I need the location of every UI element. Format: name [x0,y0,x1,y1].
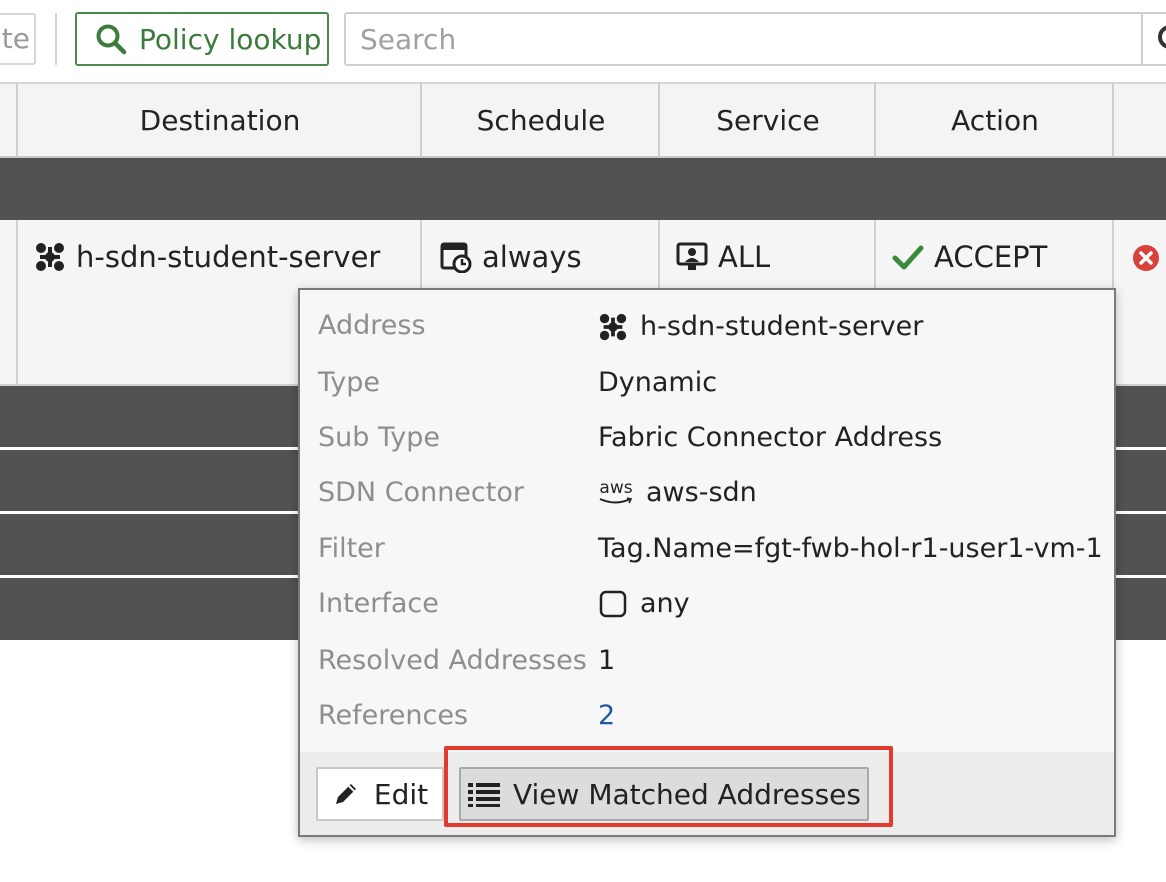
popup-label-subtype: Sub Type [318,422,440,453]
destination-value: h-sdn-student-server [76,240,381,274]
policy-lookup-label: Policy lookup [139,22,322,56]
edit-label: Edit [373,777,429,811]
references-link[interactable]: 2 [598,700,615,731]
column-header-action[interactable]: Action [874,82,1114,158]
aws-icon: aws [598,480,634,505]
sdn-address-icon [599,313,627,340]
cell-service[interactable]: ALL [676,235,770,279]
search-icon [96,24,127,55]
search-divider [1141,14,1143,64]
search-options-icon[interactable] [1156,22,1166,60]
deny-icon[interactable] [1132,244,1160,276]
column-header-label: Action [951,103,1039,137]
column-header-label: Destination [139,103,301,137]
schedule-icon [440,242,472,273]
interface-value-text: any [640,588,690,619]
popup-label-address: Address [318,310,426,341]
popup-value-address: h-sdn-student-server [598,311,923,342]
interface-icon [599,590,627,617]
popup-label-interface: Interface [318,588,439,619]
search-container [344,12,1166,66]
toolbar-divider [55,13,57,65]
search-input[interactable] [346,14,1122,64]
toolbar-partial-button[interactable]: te [0,13,36,65]
popup-label-references: References [318,700,469,731]
column-header-label: Service [716,103,820,137]
schedule-value: always [482,240,582,274]
popup-label-type: Type [318,367,381,398]
popup-value-subtype: Fabric Connector Address [598,422,943,453]
popup-value-type: Dynamic [598,367,718,398]
cell-schedule[interactable]: always [440,235,582,279]
aws-icon-text: aws [599,478,633,498]
column-header-destination[interactable]: Destination [16,82,422,158]
address-value-text: h-sdn-student-server [640,311,924,342]
popup-label-sdn-connector: SDN Connector [318,477,524,508]
highlight-box [444,746,893,827]
pencil-icon [335,784,356,804]
popup-value-filter: Tag.Name=fgt-fwb-hol-r1-user1-vm-1 [598,533,1103,564]
column-header-extra[interactable] [1112,82,1166,158]
popup-value-interface: any [598,588,690,619]
column-divider [16,220,18,386]
popup-label-filter: Filter [318,533,385,564]
service-icon [676,242,708,270]
edit-button[interactable]: Edit [316,767,444,821]
popup-value-resolved: 1 [598,645,616,676]
policy-lookup-button[interactable]: Policy lookup [75,12,329,66]
column-header-schedule[interactable]: Schedule [420,82,660,158]
policy-group-row[interactable] [0,158,1166,220]
cell-action[interactable]: ACCEPT [892,235,1047,279]
sdn-address-icon [36,243,64,271]
popup-value-sdn-connector: aws aws-sdn [598,477,757,508]
toolbar-partial-button-label: te [1,22,30,55]
column-header-label: Schedule [476,103,606,137]
sdn-connector-value-text: aws-sdn [646,477,757,508]
service-value: ALL [718,240,771,274]
column-header-service[interactable]: Service [658,82,876,158]
popup-label-resolved: Resolved Addresses [318,645,587,676]
cell-destination[interactable]: h-sdn-student-server [34,235,380,279]
action-value: ACCEPT [934,240,1048,274]
checkmark-icon [892,245,924,270]
